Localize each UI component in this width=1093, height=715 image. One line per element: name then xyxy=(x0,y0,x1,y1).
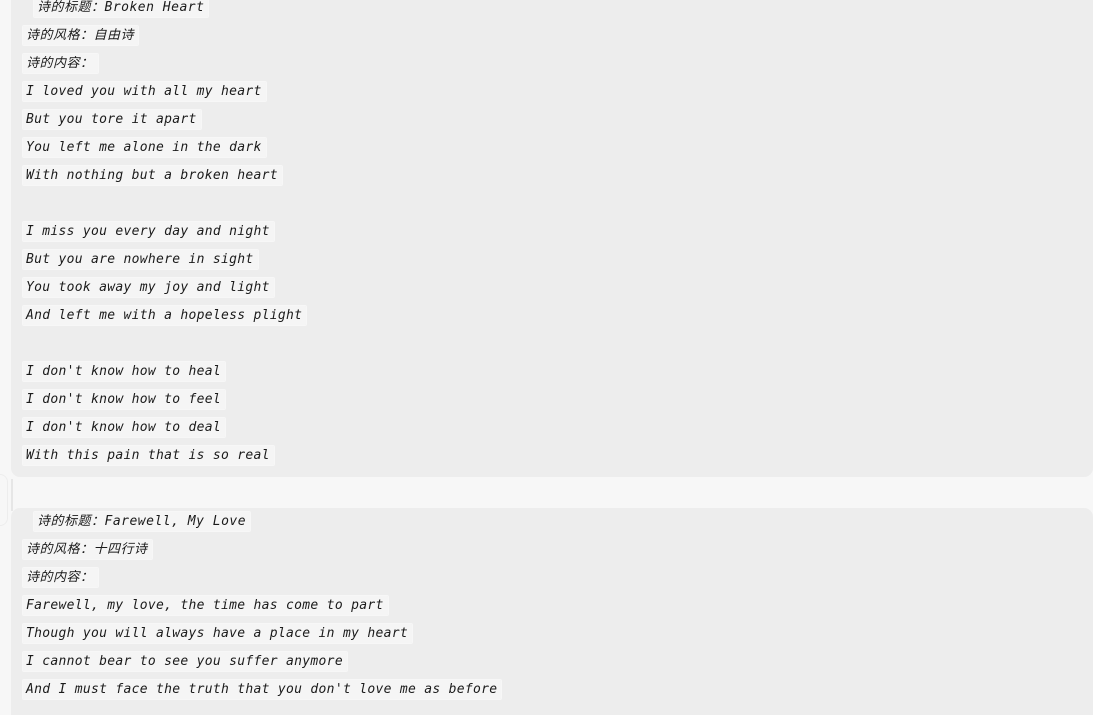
poem-verse-line: Though you will always have a place in m… xyxy=(23,620,1093,648)
poem-line-text: And I must face the truth that you don't… xyxy=(23,680,502,699)
message-gap-divider xyxy=(11,479,13,511)
poem-line-text: You left me alone in the dark xyxy=(23,138,266,157)
poem-verse-line: But you tore it apart xyxy=(23,106,1093,134)
poem-line-text: I cannot bear to see you suffer anymore xyxy=(23,652,347,671)
poem-verse-line: I don't know how to deal xyxy=(23,414,1093,442)
poem-line-text: Though you will always have a place in m… xyxy=(23,624,412,643)
poem-line-text: But you tore it apart xyxy=(23,110,201,129)
poem-line-text: 诗的内容： xyxy=(23,568,98,587)
message-bubble-farewell-my-love[interactable]: 诗的标题：Farewell, My Love 诗的风格：十四行诗 诗的内容： Fare… xyxy=(11,508,1093,715)
poem-line-text: 诗的风格：自由诗 xyxy=(23,26,139,45)
poem-line-text: With nothing but a broken heart xyxy=(23,166,282,185)
poem-meta-line: 诗的标题：Broken Heart xyxy=(23,0,1093,22)
poem-meta-line: 诗的内容： xyxy=(23,564,1093,592)
poem-line-text: You took away my joy and light xyxy=(23,278,274,297)
poem-verse-line: With this pain that is so real xyxy=(23,442,1093,470)
poem-body-broken-heart: 诗的标题：Broken Heart 诗的风格：自由诗 诗的内容： I loved yo… xyxy=(11,0,1093,470)
poem-verse-line: I don't know how to feel xyxy=(23,386,1093,414)
poem-line-text: With this pain that is so real xyxy=(23,446,274,465)
poem-verse-line: I loved you with all my heart xyxy=(23,78,1093,106)
poem-verse-line: You took away my joy and light xyxy=(23,274,1093,302)
poem-line-text: And left me with a hopeless plight xyxy=(23,306,307,325)
poem-line-text: 诗的标题：Farewell, My Love xyxy=(34,512,251,531)
chat-conversation-view: 诗的标题：Broken Heart 诗的风格：自由诗 诗的内容： I loved yo… xyxy=(0,0,1093,715)
poem-line-text: 诗的标题：Broken Heart xyxy=(34,0,209,17)
poem-verse-line: You left me alone in the dark xyxy=(23,134,1093,162)
poem-meta-line: 诗的风格：十四行诗 xyxy=(23,536,1093,564)
poem-verse-line: With nothing but a broken heart xyxy=(23,162,1093,190)
message-bubble-broken-heart[interactable]: 诗的标题：Broken Heart 诗的风格：自由诗 诗的内容： I loved yo… xyxy=(11,0,1093,477)
poem-verse-line: And I must face the truth that you don't… xyxy=(23,676,1093,704)
poem-line-text: But you are nowhere in sight xyxy=(23,250,258,269)
poem-blank-line xyxy=(23,190,1093,218)
poem-line-text: 诗的风格：十四行诗 xyxy=(23,540,152,559)
poem-line-text: I don't know how to feel xyxy=(23,390,226,409)
poem-line-text: I miss you every day and night xyxy=(23,222,274,241)
poem-line-text: I don't know how to heal xyxy=(23,362,226,381)
poem-verse-line: I miss you every day and night xyxy=(23,218,1093,246)
poem-line-text: Farewell, my love, the time has come to … xyxy=(23,596,388,615)
poem-meta-line: 诗的风格：自由诗 xyxy=(23,22,1093,50)
poem-line-text: 诗的内容： xyxy=(23,54,98,73)
poem-verse-line: Farewell, my love, the time has come to … xyxy=(23,592,1093,620)
poem-meta-line: 诗的标题：Farewell, My Love xyxy=(23,508,1093,536)
poem-meta-line: 诗的内容： xyxy=(23,50,1093,78)
avatar-edge-stub[interactable] xyxy=(0,474,8,526)
poem-line-text: I loved you with all my heart xyxy=(23,82,266,101)
poem-blank-line xyxy=(23,330,1093,358)
poem-verse-line: I don't know how to heal xyxy=(23,358,1093,386)
poem-line-text: I don't know how to deal xyxy=(23,418,226,437)
poem-verse-line: I cannot bear to see you suffer anymore xyxy=(23,648,1093,676)
poem-verse-line: But you are nowhere in sight xyxy=(23,246,1093,274)
poem-body-farewell-my-love: 诗的标题：Farewell, My Love 诗的风格：十四行诗 诗的内容： Fare… xyxy=(11,508,1093,704)
poem-verse-line: And left me with a hopeless plight xyxy=(23,302,1093,330)
